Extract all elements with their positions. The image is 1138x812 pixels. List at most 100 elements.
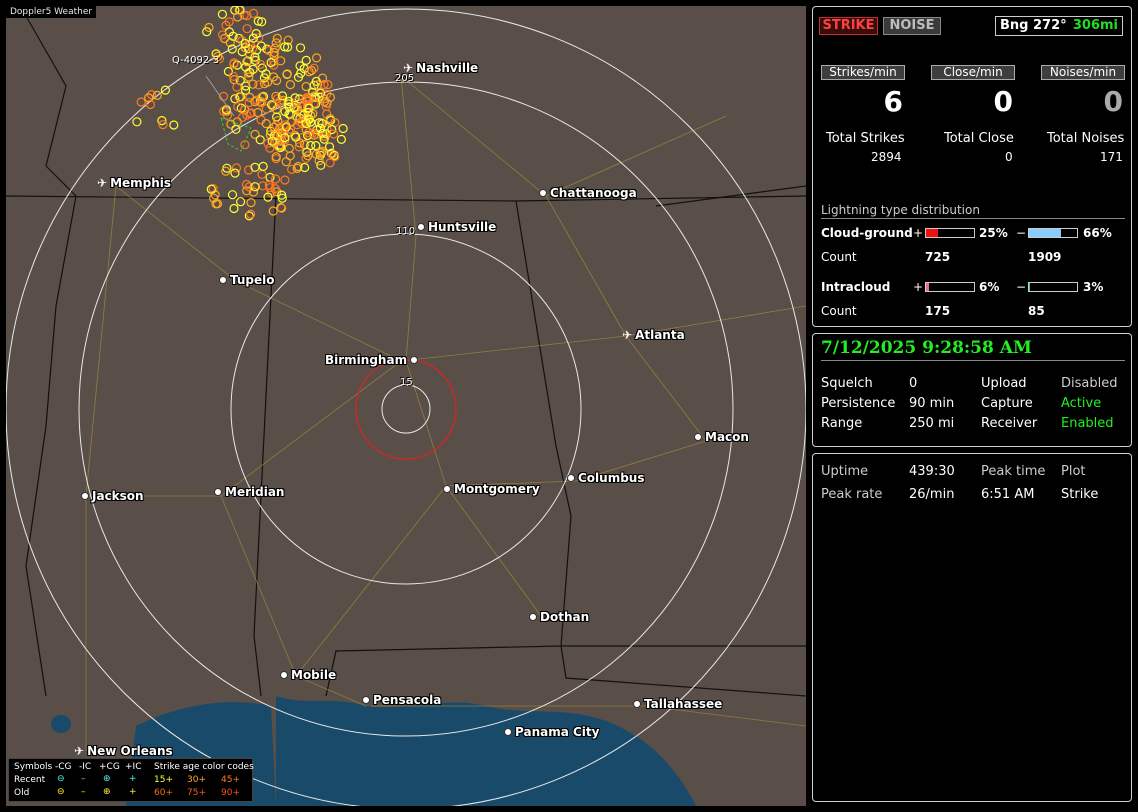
- cg-neg-bar: [1028, 228, 1078, 238]
- city-macon: Macon: [694, 430, 749, 444]
- strike-mark: [169, 120, 179, 130]
- city-pensacola: Pensacola: [362, 693, 441, 707]
- receiver-label: Receiver: [981, 416, 1038, 431]
- ic-pos-bar: [925, 282, 975, 292]
- strike-mark: [301, 55, 311, 66]
- cg-neg-count: 1909: [1028, 250, 1062, 264]
- ic-pos-sign: +: [913, 280, 924, 294]
- pos-ic-plus-icon: +: [129, 774, 137, 784]
- plot-value[interactable]: Strike: [1061, 487, 1098, 502]
- city-dot-icon: [214, 488, 222, 496]
- persistence-label: Persistence: [821, 396, 896, 411]
- strike-mark: [132, 117, 142, 127]
- legend-recent-label: Recent: [14, 775, 46, 785]
- legend-old-label: Old: [14, 788, 30, 798]
- cg-count-label: Count: [821, 250, 857, 264]
- strike-mark: [223, 66, 233, 77]
- gulf-water: [276, 696, 696, 806]
- city-dot-icon: [417, 223, 425, 231]
- city-dot-icon: [633, 700, 641, 708]
- strikes-per-min-label: Strikes/min: [821, 65, 905, 80]
- city-dot-icon: [362, 696, 370, 704]
- city-tallahassee: Tallahassee: [633, 697, 722, 711]
- strike-mark: [244, 97, 254, 108]
- total-noises-label: Total Noises: [1047, 131, 1125, 146]
- strike-mark: [271, 154, 281, 164]
- city-dot-icon: [539, 189, 547, 197]
- distance-value: 306mi: [1072, 18, 1118, 33]
- strike-mark: [268, 206, 278, 216]
- range-label: Range: [821, 416, 863, 431]
- city-columbus: Columbus: [567, 471, 645, 485]
- legend-col-pos-ic: +IC: [125, 762, 142, 772]
- strikes-per-min-value: 6: [883, 85, 903, 118]
- legend-symbols-label: Symbols: [14, 762, 53, 772]
- close-per-min-value: 0: [993, 85, 1013, 118]
- lake-pontchartrain: [51, 715, 71, 733]
- strike-mark: [227, 190, 238, 200]
- cg-label: Cloud-ground: [821, 226, 913, 240]
- status-panel: 7/12/2025 9:28:58 AM Squelch 0 Upload Di…: [812, 333, 1132, 447]
- strike-mark: [231, 163, 242, 173]
- total-noises-value: 171: [1100, 150, 1123, 164]
- airport-icon: ✈: [403, 61, 414, 75]
- persistence-value: 90 min: [909, 396, 955, 411]
- strike-mark: [265, 172, 275, 182]
- cg-pos-bar: [925, 228, 975, 238]
- age-recent-3: 45+: [221, 775, 240, 785]
- cg-neg-pct: 66%: [1083, 226, 1112, 240]
- strike-mark: [301, 81, 311, 92]
- age-recent-2: 30+: [187, 775, 206, 785]
- city-dot-icon: [694, 433, 702, 441]
- strike-button[interactable]: STRIKE: [819, 17, 878, 35]
- ic-pos-pct: 6%: [979, 280, 1000, 294]
- neg-cg-circle-icon: ⊖: [57, 787, 65, 797]
- noise-button[interactable]: NOISE: [883, 17, 941, 35]
- upload-label: Upload: [981, 376, 1027, 391]
- symbol-legend: Symbols -CG -IC +CG +IC Strike age color…: [8, 758, 254, 802]
- noises-per-min-value: 0: [1103, 85, 1123, 118]
- ic-neg-pct: 3%: [1083, 280, 1104, 294]
- strike-mark: [250, 182, 260, 192]
- bearing-readout: Bng 272° 306mi: [995, 16, 1123, 36]
- age-old-3: 90+: [221, 788, 240, 798]
- capture-label: Capture: [981, 396, 1033, 411]
- range-value: 250 mi: [909, 416, 955, 431]
- upload-value: Disabled: [1061, 376, 1118, 391]
- distribution-title: Lightning type distribution: [821, 203, 1125, 219]
- strike-mark: [229, 203, 239, 214]
- receiver-value: Enabled: [1061, 416, 1114, 431]
- map-canvas: [6, 6, 806, 806]
- cg-pos-sign: +: [913, 226, 924, 240]
- strike-mark: [336, 134, 346, 144]
- ic-count-label: Count: [821, 304, 857, 318]
- strike-mark: [295, 43, 306, 53]
- peak-time-value: 6:51 AM: [981, 487, 1035, 502]
- strike-mark: [307, 65, 317, 76]
- ring-label-middle: 110: [396, 226, 416, 237]
- capture-value: Active: [1061, 396, 1102, 411]
- lightning-map[interactable]: Doppler5 Weather Q-4092-3 205 110 15 ✈ Na…: [6, 6, 806, 806]
- city-dot-icon: [280, 671, 288, 679]
- city-dot-icon: [410, 356, 419, 364]
- ic-neg-sign: −: [1016, 280, 1027, 294]
- legend-age-title: Strike age color codes: [154, 762, 254, 772]
- strike-mark: [219, 91, 229, 102]
- city-mobile: Mobile: [280, 668, 336, 682]
- city-dot-icon: [504, 728, 512, 736]
- strike-mark: [281, 157, 291, 167]
- pos-cg-circle-icon: ⊕: [103, 787, 111, 797]
- city-new-orleans: ✈ New Orleans: [74, 744, 173, 758]
- peak-time-label: Peak time: [981, 464, 1046, 479]
- city-dot-icon: [567, 474, 575, 482]
- city-birmingham: Birmingham: [325, 353, 419, 367]
- age-old-2: 75+: [187, 788, 206, 798]
- city-nashville: ✈ Nashville: [403, 61, 479, 75]
- strike-mark: [280, 175, 290, 185]
- airport-icon: ✈: [622, 328, 633, 342]
- city-tupelo: Tupelo: [219, 273, 275, 287]
- strike-mark: [327, 124, 337, 135]
- cg-neg-sign: −: [1016, 226, 1027, 240]
- strike-mark: [230, 168, 240, 178]
- peak-rate-value: 26/min: [909, 487, 955, 502]
